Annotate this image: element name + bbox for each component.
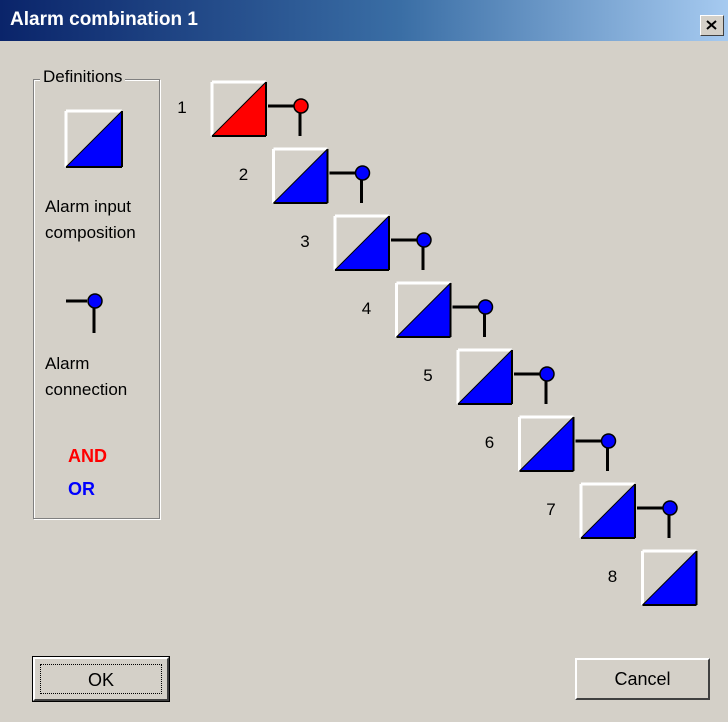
- connection-dot-1: [293, 98, 309, 114]
- composition-label-1: Alarm input: [45, 197, 131, 216]
- ok-button-label: OK: [40, 664, 162, 694]
- input-number-3: 3: [300, 232, 310, 251]
- input-number-8: 8: [607, 567, 618, 586]
- connection-label-1: Alarm: [45, 354, 90, 373]
- connection-dot-2: [354, 165, 371, 181]
- alarm-input-4[interactable]: [395, 281, 494, 338]
- input-number-7: 7: [546, 500, 556, 519]
- cancel-button[interactable]: Cancel: [575, 658, 710, 700]
- composition-icon: [64, 109, 123, 168]
- alarm-input-7[interactable]: [579, 482, 678, 539]
- input-number-5: 5: [423, 366, 433, 385]
- connection-dot-5: [539, 366, 555, 382]
- alarm-input-2[interactable]: [272, 147, 371, 204]
- alarm-input-6[interactable]: [518, 415, 617, 472]
- connection-dot-7: [662, 500, 678, 516]
- input-number-1: 1: [177, 98, 187, 117]
- connection-label-2: connection: [45, 380, 128, 399]
- or-legend-label: OR: [68, 479, 95, 499]
- connection-icon: [66, 293, 103, 333]
- and-legend-label: AND: [68, 446, 107, 466]
- alarm-input-1[interactable]: [210, 80, 309, 137]
- diagram-canvas: [64, 80, 698, 606]
- composition-label-2: composition: [45, 223, 136, 242]
- input-number-6: 6: [484, 433, 495, 452]
- connection-dot-6: [600, 433, 617, 449]
- alarm-input-8[interactable]: [641, 549, 698, 606]
- alarm-input-5[interactable]: [456, 348, 555, 405]
- connection-dot-3: [416, 232, 432, 248]
- connection-dot-4: [477, 299, 494, 315]
- alarm-input-3[interactable]: [333, 214, 432, 271]
- input-number-2: 2: [238, 165, 249, 184]
- input-number-4: 4: [361, 299, 372, 318]
- ok-button[interactable]: OK: [32, 656, 170, 702]
